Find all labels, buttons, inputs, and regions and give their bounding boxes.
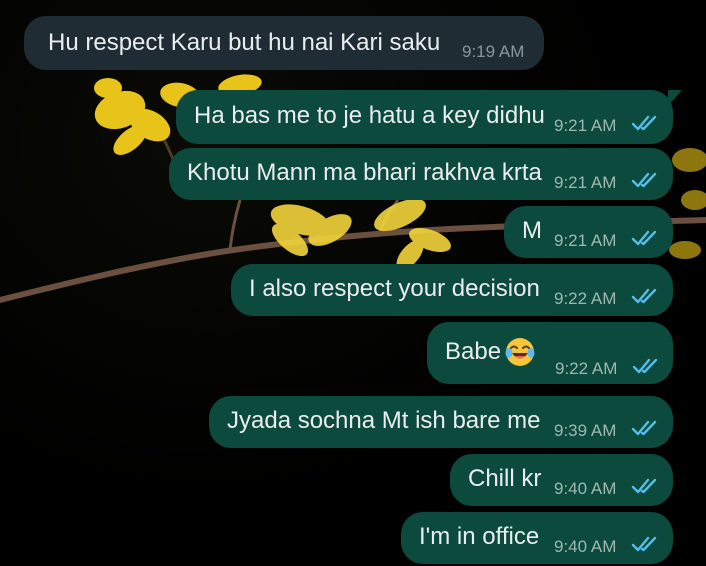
message-time: 9:39 AM [554, 421, 617, 440]
message-bubble-outgoing[interactable]: Jyada sochna Mt ish bare me 9:39 AM [209, 396, 673, 448]
double-check-read-icon [632, 358, 658, 374]
face-with-tears-of-joy-icon [505, 338, 535, 366]
message-bubble-outgoing[interactable]: Babe 9:22 AM [427, 322, 673, 384]
message-text: Hu respect Karu but hu nai Kari saku [48, 29, 441, 56]
double-check-read-icon [631, 536, 657, 552]
message-text: Ha bas me to je hatu a key didhu [194, 102, 545, 129]
message-text: Babe [445, 338, 502, 365]
message-text: I also respect your decision [249, 275, 540, 302]
message-text: M [522, 217, 542, 244]
message-bubble-outgoing[interactable]: I also respect your decision 9:22 AM [231, 264, 673, 316]
message-bubble-outgoing[interactable]: Khotu Mann ma bhari rakhva krta 9:21 AM [169, 148, 673, 200]
message-time: 9:40 AM [554, 479, 617, 498]
message-bubble-incoming[interactable]: Hu respect Karu but hu nai Kari saku 9:1… [24, 16, 544, 70]
message-time: 9:21 AM [554, 173, 617, 192]
message-bubble-outgoing[interactable]: Ha bas me to je hatu a key didhu 9:21 AM [176, 90, 673, 144]
message-bubble-outgoing[interactable]: M 9:21 AM [504, 206, 673, 258]
message-time: 9:19 AM [462, 42, 525, 61]
double-check-read-icon [631, 420, 657, 436]
message-text: Chill kr [468, 465, 542, 492]
message-text: Jyada sochna Mt ish bare me [227, 407, 541, 434]
message-bubble-outgoing[interactable]: Chill kr 9:40 AM [450, 454, 673, 506]
double-check-read-icon [631, 478, 657, 494]
message-time: 9:40 AM [554, 537, 617, 556]
message-time: 9:21 AM [554, 116, 617, 135]
message-time: 9:22 AM [555, 359, 618, 378]
message-bubble-outgoing[interactable]: I'm in office 9:40 AM [401, 512, 673, 564]
bubble-tail [668, 90, 682, 106]
double-check-read-icon [631, 172, 657, 188]
message-text: Khotu Mann ma bhari rakhva krta [187, 159, 542, 186]
double-check-read-icon [631, 115, 657, 131]
message-time: 9:22 AM [554, 289, 617, 308]
double-check-read-icon [631, 230, 657, 246]
message-time: 9:21 AM [554, 231, 617, 250]
double-check-read-icon [631, 288, 657, 304]
message-text: I'm in office [419, 523, 540, 550]
chat-screen: Hu respect Karu but hu nai Kari saku 9:1… [0, 0, 706, 566]
